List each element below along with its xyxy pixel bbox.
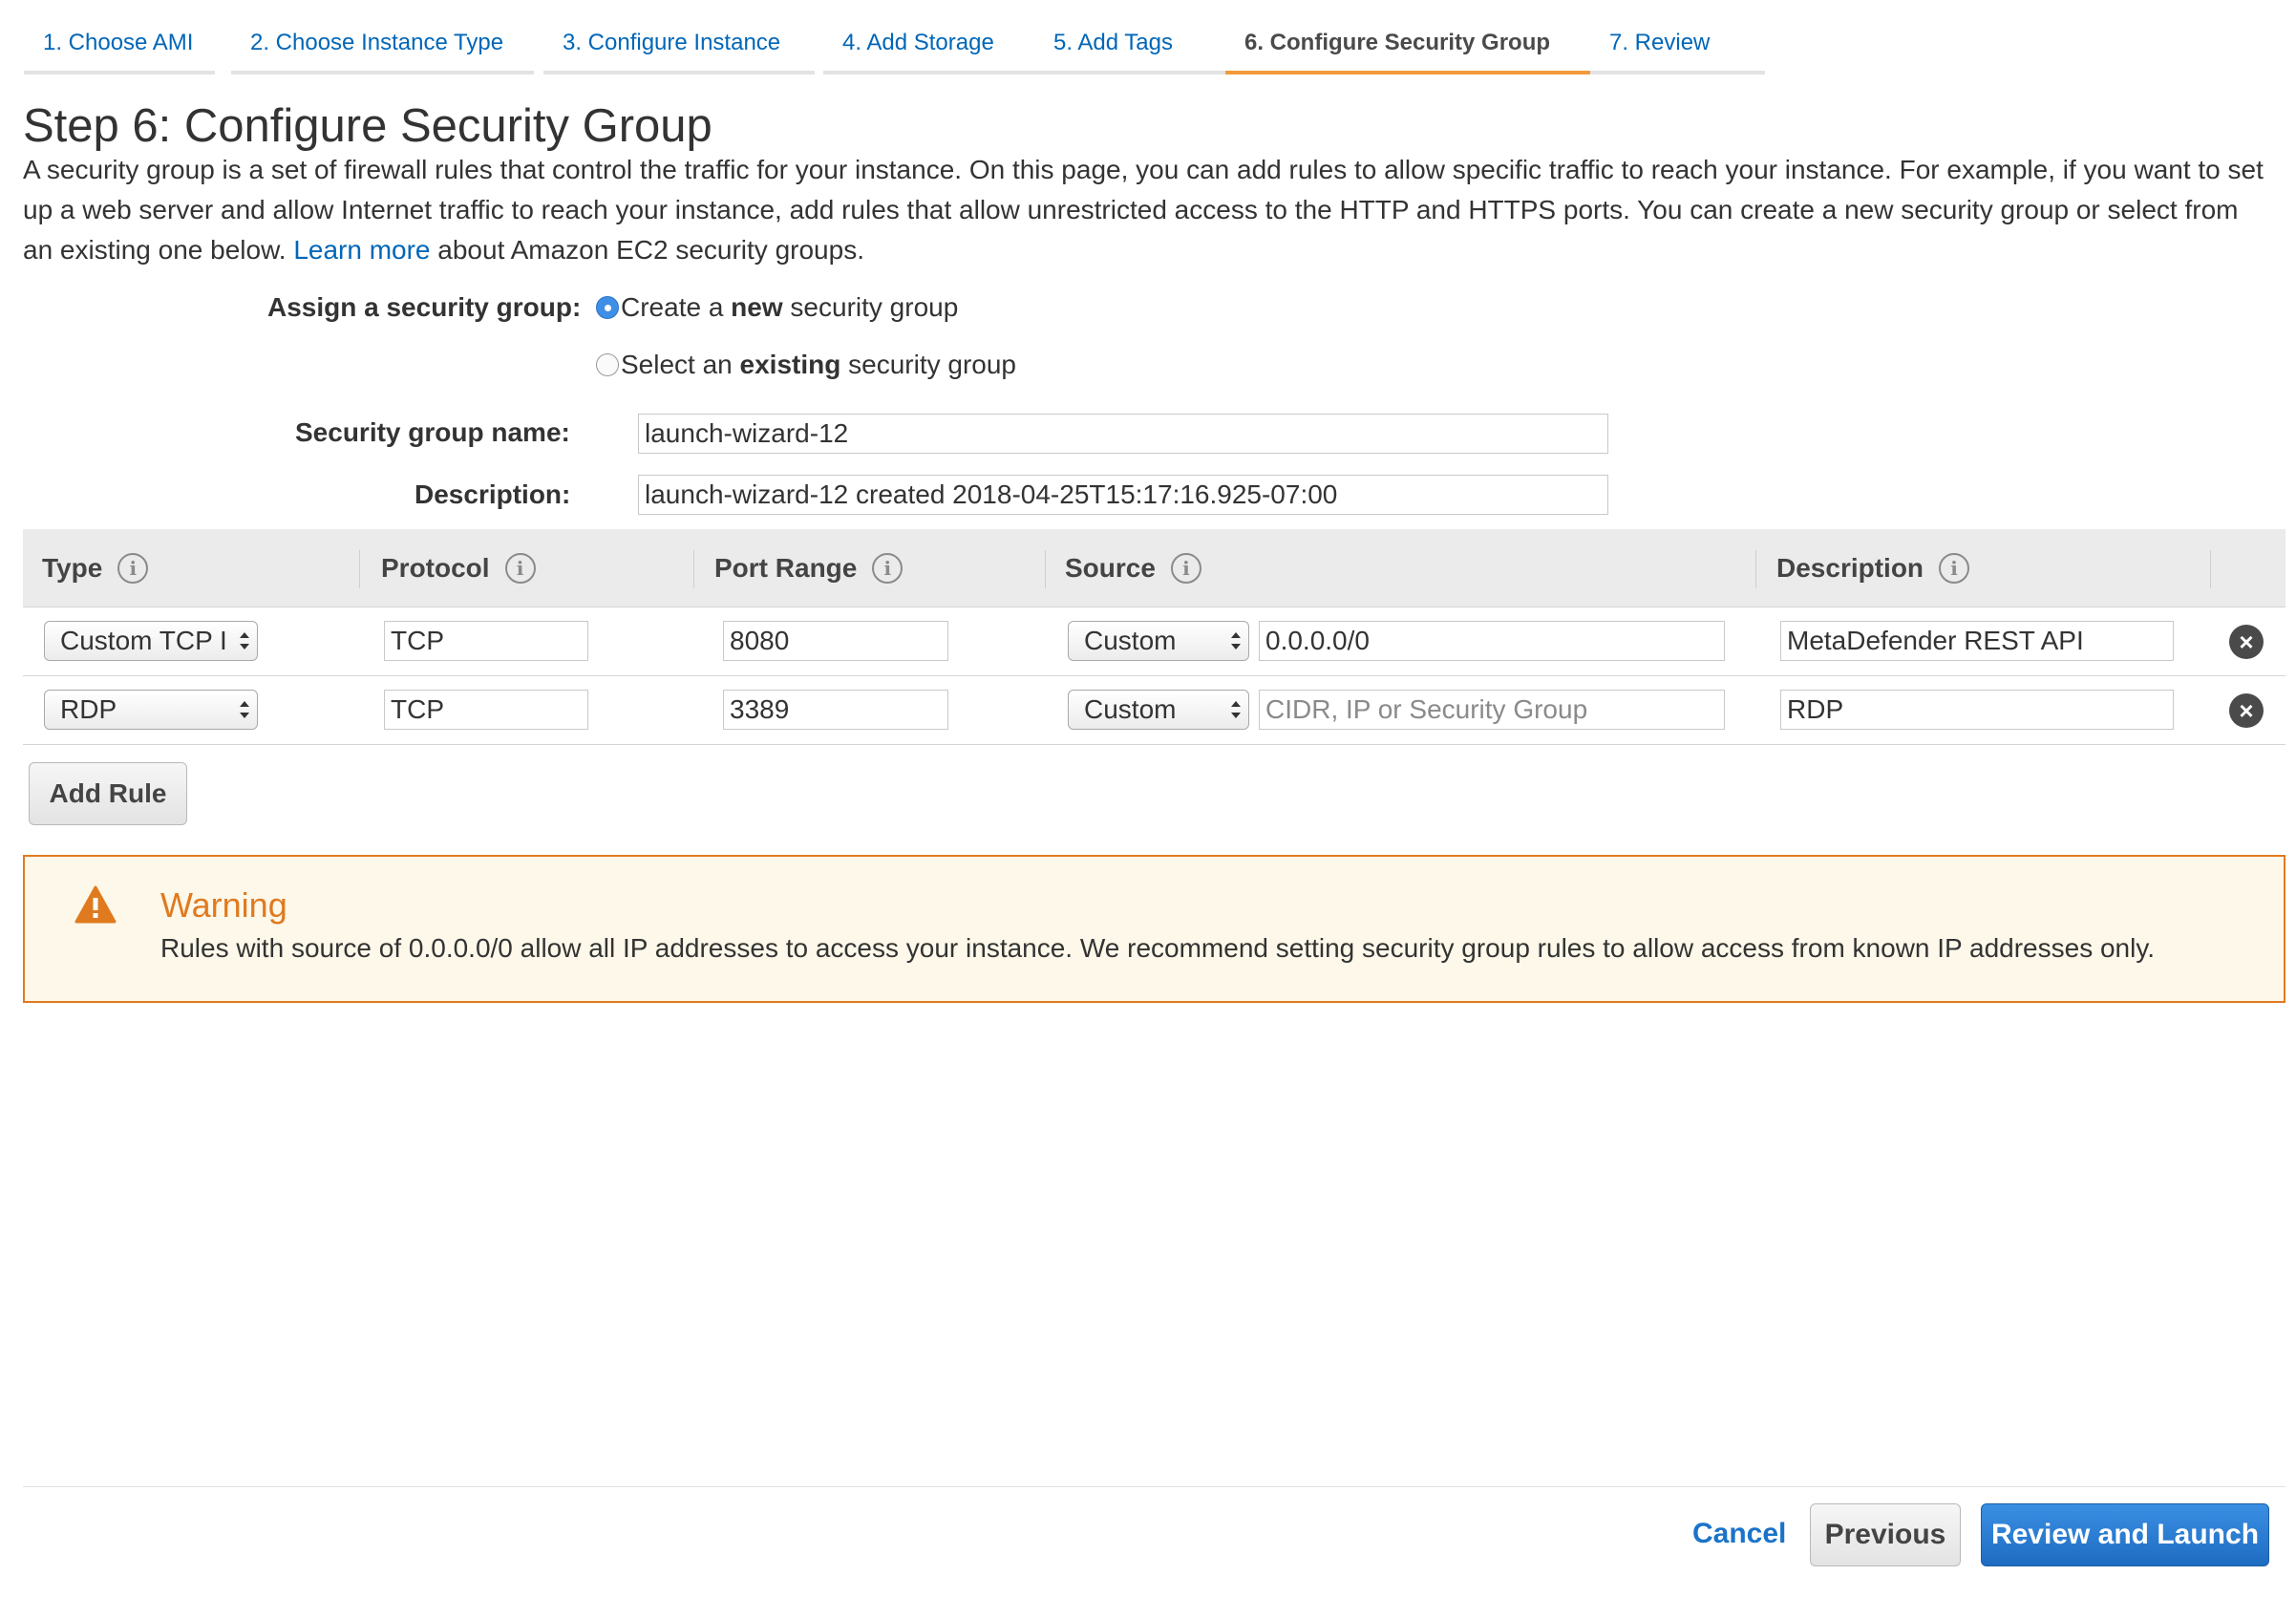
type-select[interactable]: RDP [44, 690, 258, 730]
info-icon[interactable]: i [504, 553, 536, 584]
type-select[interactable]: Custom TCP I [44, 621, 258, 661]
radio-create-new-prefix: Create a [621, 292, 732, 322]
warning-triangle-icon [74, 885, 117, 924]
radio-unchecked-icon[interactable] [596, 353, 619, 376]
warning-text: Rules with source of 0.0.0.0/0 allow all… [160, 933, 2156, 963]
select-arrows-icon [1231, 632, 1241, 649]
cancel-button[interactable]: Cancel [1692, 1518, 1786, 1550]
source-mode-select[interactable]: Custom [1068, 621, 1249, 661]
select-arrows-icon [240, 632, 249, 649]
learn-more-link[interactable]: Learn more [293, 235, 430, 265]
tab-add-storage[interactable]: 4. Add Storage [823, 19, 1052, 75]
info-icon[interactable]: i [1170, 553, 1201, 584]
warning-alert: Warning Rules with source of 0.0.0.0/0 a… [23, 855, 2285, 1003]
source-mode-select[interactable]: Custom [1068, 690, 1249, 730]
source-field[interactable]: CIDR, IP or Security Group [1259, 690, 1725, 730]
add-rule-button[interactable]: Add Rule [29, 762, 187, 825]
port-range-field[interactable]: 3389 [723, 690, 948, 730]
tab-choose-ami[interactable]: 1. Choose AMI [24, 19, 215, 75]
source-mode-value: Custom [1084, 626, 1177, 655]
group-name-label: Security group name: [295, 417, 570, 447]
radio-select-existing-prefix: Select an [621, 350, 740, 379]
protocol-field: TCP [384, 690, 588, 730]
tab-choose-instance-type[interactable]: 2. Choose Instance Type [231, 19, 534, 75]
page-title: Step 6: Configure Security Group [23, 100, 712, 152]
info-icon[interactable]: i [117, 553, 149, 584]
review-and-launch-button[interactable]: Review and Launch [1981, 1503, 2269, 1566]
intro-suffix: about Amazon EC2 security groups. [437, 235, 864, 265]
footer-divider [23, 1486, 2285, 1487]
type-select-value: RDP [60, 694, 117, 724]
protocol-field: TCP [384, 621, 588, 661]
col-source: Source i [1065, 529, 1201, 607]
col-port-range: Port Range i [714, 529, 904, 607]
radio-checked-icon[interactable] [596, 296, 619, 319]
tab-configure-security-group[interactable]: 6. Configure Security Group [1225, 19, 1594, 75]
col-divider [1755, 550, 1756, 588]
group-name-field[interactable]: launch-wizard-12 [638, 414, 1608, 454]
close-circle-icon[interactable]: × [2229, 693, 2264, 728]
info-icon[interactable]: i [872, 553, 904, 584]
previous-button[interactable]: Previous [1810, 1503, 1961, 1566]
col-type-label: Type [42, 553, 103, 583]
rule-description-field[interactable]: MetaDefender REST API [1780, 621, 2174, 661]
description-label: Description: [415, 479, 571, 509]
select-arrows-icon [240, 701, 249, 718]
assign-group-label: Assign a security group: [267, 292, 582, 322]
source-mode-value: Custom [1084, 694, 1177, 724]
col-divider [1045, 550, 1046, 588]
tab-add-tags[interactable]: 5. Add Tags [1034, 19, 1230, 75]
tab-configure-instance[interactable]: 3. Configure Instance [543, 19, 815, 75]
description-field[interactable]: launch-wizard-12 created 2018-04-25T15:1… [638, 475, 1608, 515]
radio-select-existing-suffix: security group [840, 350, 1016, 379]
col-source-label: Source [1065, 553, 1156, 583]
info-icon[interactable]: i [1939, 553, 1970, 584]
rules-table-header: Type i Protocol i Port Range i Source i Desc… [23, 529, 2285, 607]
col-protocol-label: Protocol [381, 553, 490, 583]
source-field[interactable]: 0.0.0.0/0 [1259, 621, 1725, 661]
radio-select-existing-bold: existing [739, 350, 841, 379]
col-divider [693, 550, 694, 588]
page-intro: A security group is a set of firewall ru… [23, 150, 2272, 270]
rule-description-field[interactable]: RDP [1780, 690, 2174, 730]
radio-create-new[interactable]: Create a new security group [596, 292, 958, 323]
col-description: Description i [1776, 529, 1970, 607]
col-description-label: Description [1776, 553, 1924, 583]
type-select-value: Custom TCP I [60, 626, 227, 655]
col-protocol: Protocol i [381, 529, 536, 607]
radio-create-new-bold: new [731, 292, 783, 322]
close-circle-icon[interactable]: × [2229, 625, 2264, 659]
table-row: Custom TCP I TCP 8080 Custom 0.0.0.0/0 M… [23, 607, 2285, 676]
col-type: Type i [42, 529, 149, 607]
col-divider [2210, 550, 2211, 588]
tab-review[interactable]: 7. Review [1590, 19, 1765, 75]
radio-create-new-suffix: security group [782, 292, 959, 322]
table-row: RDP TCP 3389 Custom CIDR, IP or Security… [23, 676, 2285, 745]
port-range-field[interactable]: 8080 [723, 621, 948, 661]
warning-title: Warning [160, 885, 287, 925]
col-divider [359, 550, 360, 588]
select-arrows-icon [1231, 701, 1241, 718]
col-port-range-label: Port Range [714, 553, 858, 583]
radio-select-existing[interactable]: Select an existing security group [596, 350, 1016, 380]
